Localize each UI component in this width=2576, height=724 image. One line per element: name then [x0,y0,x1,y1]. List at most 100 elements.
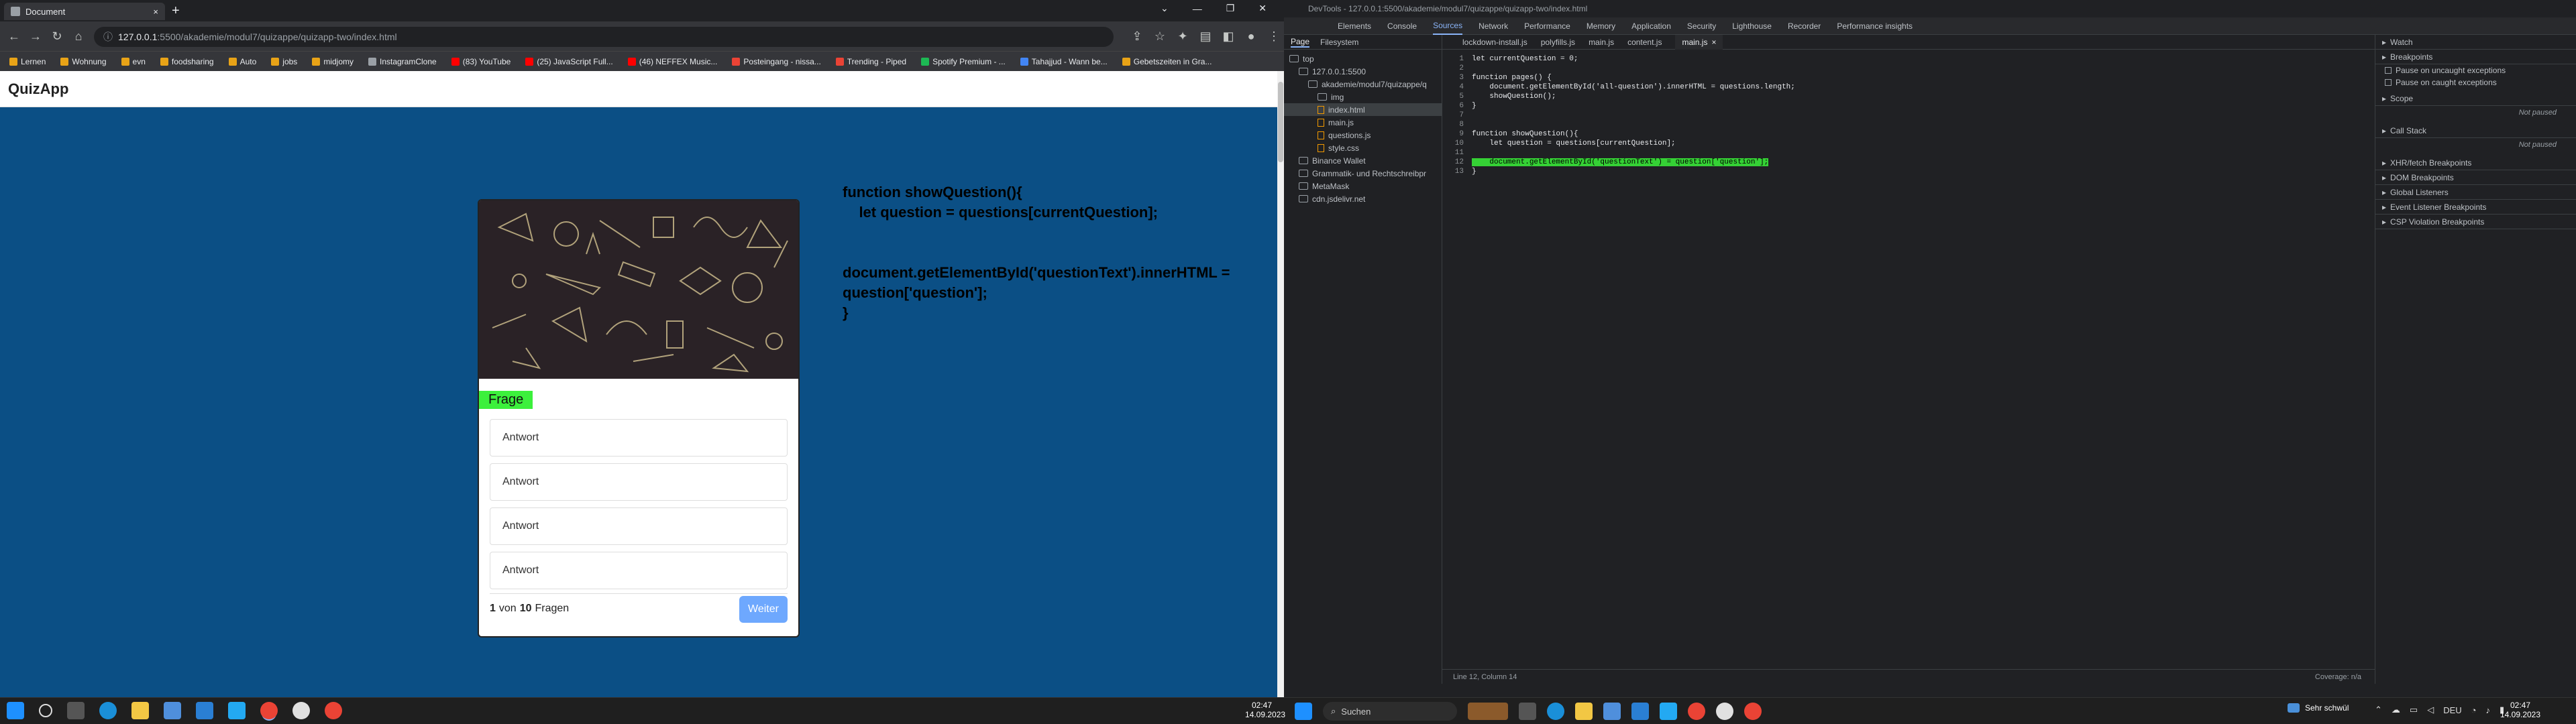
bookmark-item[interactable]: Trending - Piped [835,57,906,66]
bookmark-item[interactable]: Posteingang - nissa... [732,57,821,66]
close-window-icon[interactable]: ✕ [1258,3,1267,14]
tree-item[interactable]: index.html [1284,103,1442,116]
wifi-icon[interactable]: ◔ [2471,705,2477,715]
code-line[interactable]: 12 document.getElementById('questionText… [1442,158,2375,168]
pause-checkbox-row[interactable]: Pause on caught exceptions [2385,76,2497,88]
debug-section-csp-violation-breakpoints[interactable]: ▸ CSP Violation Breakpoints [2375,215,2576,229]
volume-icon[interactable]: ◁ [2427,705,2434,715]
bookmark-item[interactable]: midjomy [312,57,354,66]
devtools-tab-performance[interactable]: Performance [1524,21,1570,31]
edge-icon-2[interactable] [1547,703,1564,720]
line-number[interactable]: 4 [1442,83,1464,91]
weather-widget[interactable]: Sehr schwül [2288,703,2349,713]
chrome-alt-icon[interactable] [325,702,342,719]
new-tab-button[interactable]: + [172,3,180,19]
line-number[interactable]: 1 [1442,55,1464,63]
line-number[interactable]: 3 [1442,74,1464,82]
devtools-tab-console[interactable]: Console [1387,21,1417,31]
debug-section-watch[interactable]: ▸ Watch [2375,35,2576,50]
info-icon[interactable]: ⓘ [103,30,113,44]
chevron-up-icon[interactable]: ⌃ [2375,705,2382,715]
line-number[interactable]: 2 [1442,64,1464,72]
chrome-icon[interactable] [292,702,310,719]
edge-icon[interactable] [99,702,117,719]
line-number[interactable]: 10 [1442,139,1464,147]
sidebar-icon[interactable]: ◧ [1218,26,1238,46]
checkbox[interactable] [2385,67,2392,74]
mail-icon[interactable] [196,702,213,719]
line-number[interactable]: 13 [1442,168,1464,176]
devtools-tab-application[interactable]: Application [1631,21,1671,31]
forward-icon[interactable]: → [25,26,46,46]
line-number[interactable]: 11 [1442,149,1464,157]
close-tab-icon[interactable]: × [1711,38,1716,47]
bookmark-item[interactable]: Wohnung [60,57,107,66]
code-line[interactable]: 9 function showQuestion(){ [1442,130,2375,139]
bookmark-item[interactable]: jobs [271,57,297,66]
answer-option[interactable]: Antwort [490,507,788,545]
line-number[interactable]: 8 [1442,121,1464,129]
page-scrollbar[interactable] [1277,71,1284,697]
tree-item[interactable]: cdn.jsdelivr.net [1284,192,1442,205]
bookmark-item[interactable]: Spotify Premium - ... [921,57,1006,66]
vscode-icon-2[interactable] [1660,703,1677,720]
network-icon[interactable]: ▭ [2410,705,2418,715]
answer-option[interactable]: Antwort [490,419,788,457]
bookmark-item[interactable]: Tahajjud - Wann be... [1020,57,1108,66]
code-line[interactable]: 11 [1442,149,2375,158]
store-icon[interactable] [164,702,181,719]
chrome-active-icon[interactable] [260,702,278,719]
devtools-tab-memory[interactable]: Memory [1587,21,1615,31]
line-number[interactable]: 12 [1442,158,1464,166]
language-label[interactable]: DEU [2443,705,2461,715]
debug-section-scope[interactable]: ▸ Scope [2375,91,2576,106]
tree-item[interactable]: main.js [1284,116,1442,129]
line-number[interactable]: 6 [1442,102,1464,110]
editor-tab[interactable]: main.js × [1675,34,1723,50]
browser-tab[interactable]: Document × [4,3,165,20]
tree-item[interactable]: Binance Wallet [1284,154,1442,167]
line-number[interactable]: 9 [1442,130,1464,138]
debug-section-call-stack[interactable]: ▸ Call Stack [2375,123,2576,138]
back-icon[interactable]: ← [4,26,24,46]
answer-option[interactable]: Antwort [490,463,788,501]
editor-tab[interactable]: content.js [1627,38,1662,47]
code-line[interactable]: 10 let question = questions[currentQuest… [1442,139,2375,149]
code-line[interactable]: 8 [1442,121,2375,130]
code-line[interactable]: 7 [1442,111,2375,121]
tree-item[interactable]: style.css [1284,141,1442,154]
right-clock[interactable]: 02:47 14.09.2023 [2497,701,2544,719]
address-bar[interactable]: ⓘ 127.0.0.1:5500/akademie/modul7/quizapp… [94,27,1114,47]
bookmark-item[interactable]: InstagramClone [368,57,437,66]
store-icon-2[interactable] [1603,703,1621,720]
editor-tab[interactable]: polyfills.js [1541,38,1575,47]
bookmark-item[interactable]: foodsharing [160,57,214,66]
scrollbar-thumb[interactable] [1278,82,1283,162]
devtools-tab-recorder[interactable]: Recorder [1788,21,1821,31]
code-line[interactable]: 13} [1442,168,2375,177]
chrome-icon-2[interactable] [1716,703,1733,720]
extension-icon[interactable]: ✦ [1173,26,1193,46]
navigator-tab-page[interactable]: Page [1291,37,1310,48]
tree-item[interactable]: 127.0.0.1:5500 [1284,65,1442,78]
line-number[interactable]: 7 [1442,111,1464,119]
tree-item[interactable]: questions.js [1284,129,1442,141]
bookmark-item[interactable]: (83) YouTube [451,57,511,66]
maximize-icon[interactable]: ❐ [1226,3,1235,14]
editor-tab[interactable]: lockdown-install.js [1462,38,1527,47]
horse-widget-icon[interactable] [1468,703,1508,720]
code-line[interactable]: 5 showQuestion(); [1442,93,2375,102]
devtools-tab-network[interactable]: Network [1479,21,1508,31]
task-view-icon[interactable] [67,702,85,719]
tab-close-icon[interactable]: × [153,7,158,17]
code-line[interactable]: 1 let currentQuestion = 0; [1442,55,2375,64]
bookmark-item[interactable]: (46) NEFFEX Music... [627,57,717,66]
debug-section-breakpoints[interactable]: ▸ Breakpoints [2375,50,2576,64]
cloud-icon[interactable]: ☁ [2392,705,2400,715]
debug-section-xhr-fetch-breakpoints[interactable]: ▸ XHR/fetch Breakpoints [2375,156,2576,170]
next-button[interactable]: Weiter [739,596,788,623]
home-icon[interactable]: ⌂ [68,26,89,46]
bookmark-item[interactable]: Lernen [9,57,46,66]
reload-icon[interactable]: ↻ [47,26,67,46]
mail-icon-2[interactable] [1631,703,1649,720]
